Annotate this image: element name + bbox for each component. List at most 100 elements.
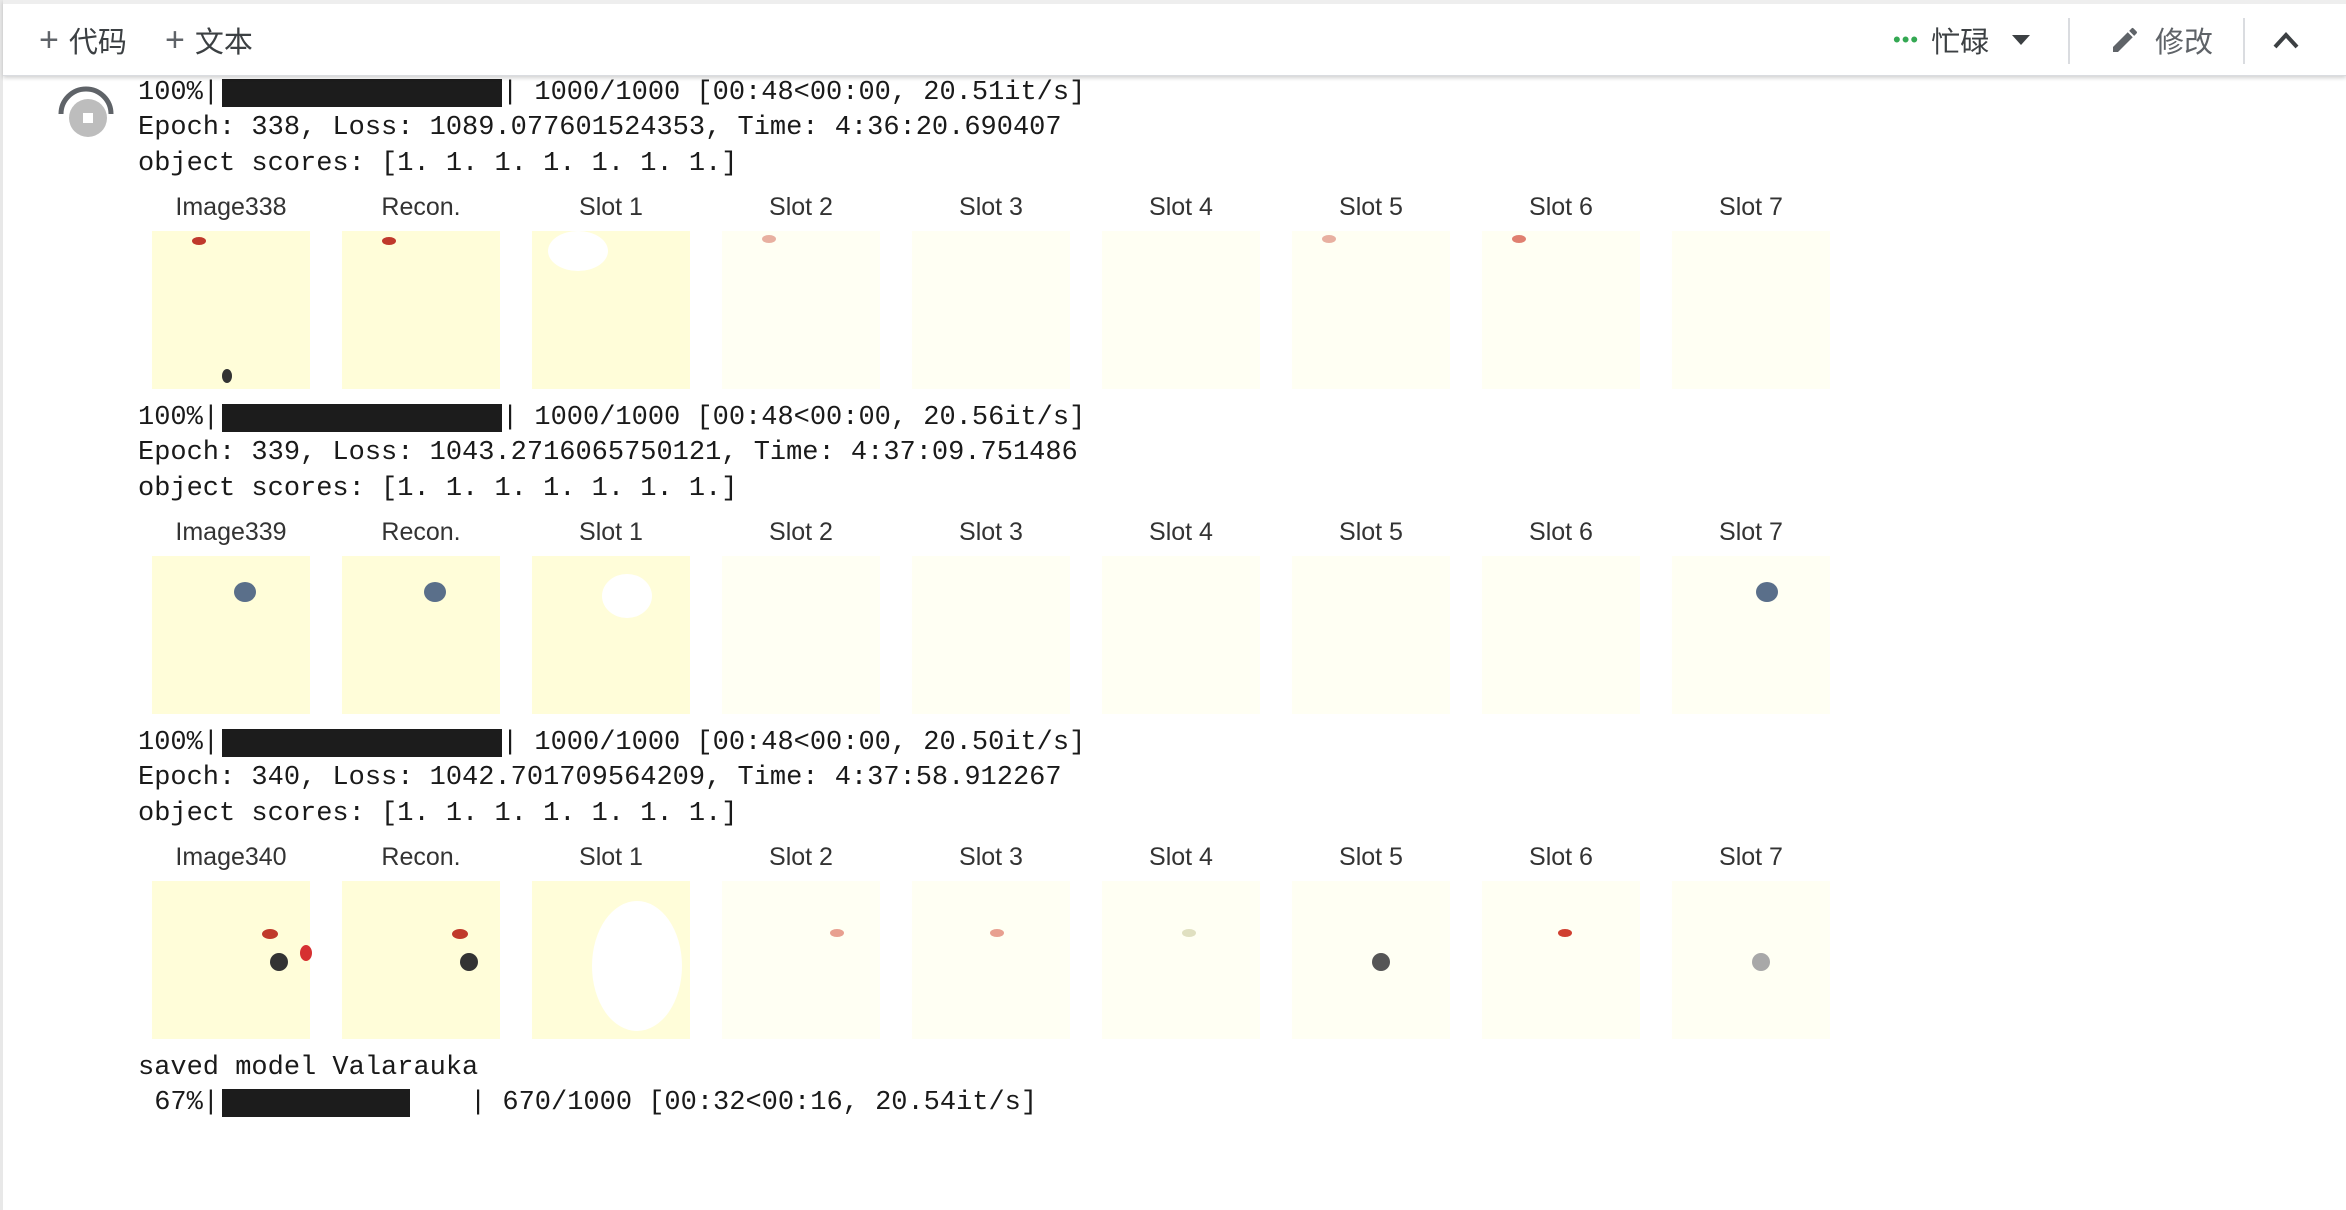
- progress-percent: 100%|: [138, 728, 220, 758]
- slot-image: [532, 231, 690, 389]
- epoch-line: Epoch: 339, Loss: 1043.2716065750121, Ti…: [138, 438, 1078, 468]
- object-blob: [1512, 235, 1526, 243]
- object-blob: [830, 929, 844, 937]
- panel-title: Slot 7: [1719, 193, 1783, 221]
- object-blob: [460, 953, 478, 971]
- slot-image: [532, 881, 690, 1039]
- panel-title: Image339: [175, 518, 287, 546]
- runtime-status-button[interactable]: ••• 忙碌: [1893, 20, 2031, 60]
- progress-percent: 67%|: [138, 1088, 220, 1118]
- progress-stats: | 670/1000 [00:32<00:16, 20.54it/s]: [470, 1088, 1038, 1118]
- progress-bar-fill: [222, 79, 502, 107]
- object-blob: [602, 574, 652, 618]
- reconstruction-image: [342, 231, 500, 389]
- panel-title: Slot 6: [1529, 193, 1593, 221]
- object-blob: [1756, 582, 1778, 602]
- slot-image: [1482, 881, 1640, 1039]
- slot-image: [912, 231, 1070, 389]
- reconstruction-image: [342, 556, 500, 714]
- epoch-line: Epoch: 340, Loss: 1042.701709564209, Tim…: [138, 763, 1062, 793]
- slot-image: [1482, 556, 1640, 714]
- collapse-toolbar-button[interactable]: [2273, 20, 2299, 60]
- progress-stats: | 1000/1000 [00:48<00:00, 20.56it/s]: [502, 403, 1086, 433]
- panel-title: Slot 4: [1149, 843, 1213, 871]
- panel-title: Slot 3: [959, 843, 1023, 871]
- panel-title: Image340: [175, 843, 287, 871]
- object-blob: [990, 929, 1004, 937]
- progress-bar-fill: [222, 1089, 410, 1117]
- object-blob: [1322, 235, 1336, 243]
- cell-output: 100%| | 1000/1000 [00:48<00:00, 20.51it/s…: [0, 76, 2346, 1210]
- object-blob: [452, 929, 468, 939]
- object-blob: [1182, 929, 1196, 937]
- object-blob: [1372, 953, 1390, 971]
- object-blob: [1752, 953, 1770, 971]
- toolbar-divider: [2068, 18, 2070, 64]
- slot-image: [1672, 881, 1830, 1039]
- slot-image: [722, 556, 880, 714]
- plus-icon: +: [165, 20, 185, 59]
- slot-image: [1102, 556, 1260, 714]
- slot-image: [912, 881, 1070, 1039]
- object-scores-line: object scores: [1. 1. 1. 1. 1. 1. 1.]: [138, 474, 738, 504]
- notebook-toolbar: + 代码 + 文本 ••• 忙碌 修改: [3, 0, 2346, 76]
- object-scores-line: object scores: [1. 1. 1. 1. 1. 1. 1.]: [138, 799, 738, 829]
- slot-image: [912, 556, 1070, 714]
- chevron-up-icon: [2273, 32, 2299, 49]
- object-blob: [270, 953, 288, 971]
- panel-title: Slot 6: [1529, 518, 1593, 546]
- object-blob: [300, 945, 312, 961]
- runtime-status-label: 忙碌: [1931, 27, 1990, 59]
- panel-title: Slot 5: [1339, 843, 1403, 871]
- slot-image: [532, 556, 690, 714]
- object-blob: [1558, 929, 1572, 937]
- object-blob: [592, 901, 682, 1031]
- input-image: [152, 231, 310, 389]
- progress-stats: | 1000/1000 [00:48<00:00, 20.50it/s]: [502, 728, 1086, 758]
- dropdown-arrow-icon[interactable]: [2011, 34, 2031, 46]
- panel-title: Slot 2: [769, 518, 833, 546]
- object-blob: [548, 231, 608, 271]
- panel-title: Slot 4: [1149, 193, 1213, 221]
- object-blob: [192, 237, 206, 245]
- add-text-label: 文本: [194, 27, 253, 59]
- panel-title: Recon.: [381, 518, 461, 546]
- slot-image: [722, 231, 880, 389]
- add-text-button[interactable]: + 文本: [165, 20, 253, 60]
- object-blob: [234, 582, 256, 602]
- panel-title: Slot 4: [1149, 518, 1213, 546]
- panel-title: Slot 6: [1529, 843, 1593, 871]
- panel-title: Recon.: [381, 843, 461, 871]
- panel-title: Recon.: [381, 193, 461, 221]
- slot-image: [1102, 231, 1260, 389]
- slot-image: [1292, 231, 1450, 389]
- progress-bar-fill: [222, 404, 502, 432]
- panel-title: Slot 5: [1339, 518, 1403, 546]
- input-image: [152, 556, 310, 714]
- reconstruction-image: [342, 881, 500, 1039]
- slot-image: [1482, 231, 1640, 389]
- panel-title: Slot 2: [769, 193, 833, 221]
- input-image: [152, 881, 312, 1039]
- panel-title: Image338: [175, 193, 287, 221]
- panel-title: Slot 3: [959, 193, 1023, 221]
- panel-title: Slot 5: [1339, 193, 1403, 221]
- slot-image: [1672, 231, 1830, 389]
- slot-image: [1292, 881, 1450, 1039]
- epoch-line: Epoch: 338, Loss: 1089.077601524353, Tim…: [138, 113, 1062, 143]
- object-blob: [262, 929, 278, 939]
- slot-image: [1672, 556, 1830, 714]
- edit-button[interactable]: 修改: [2109, 20, 2213, 60]
- progress-stats: | 1000/1000 [00:48<00:00, 20.51it/s]: [502, 78, 1086, 108]
- toolbar-divider: [2243, 18, 2245, 64]
- panel-title: Slot 1: [579, 518, 643, 546]
- panel-title: Slot 1: [579, 193, 643, 221]
- panel-title: Slot 7: [1719, 843, 1783, 871]
- object-blob: [382, 237, 396, 245]
- plus-icon: +: [39, 20, 59, 59]
- add-code-label: 代码: [68, 27, 127, 59]
- panel-title: Slot 7: [1719, 518, 1783, 546]
- add-code-button[interactable]: + 代码: [39, 20, 127, 60]
- progress-bar-fill: [222, 729, 502, 757]
- object-scores-line: object scores: [1. 1. 1. 1. 1. 1. 1.]: [138, 149, 738, 179]
